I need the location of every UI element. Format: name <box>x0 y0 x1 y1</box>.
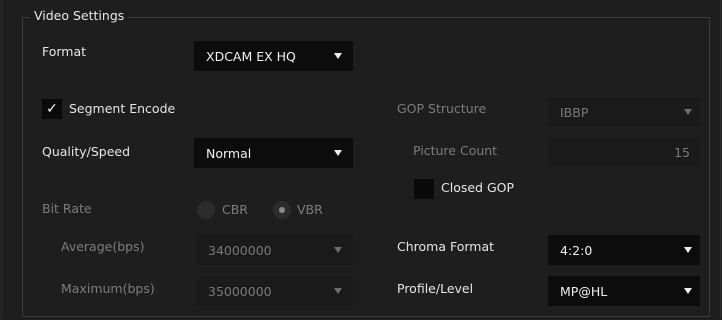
profile-level-dropdown[interactable]: MP@HL <box>548 276 700 306</box>
chroma-format-label: Chroma Format <box>397 239 495 254</box>
cbr-radio[interactable] <box>197 201 215 219</box>
maximum-bps-dropdown[interactable]: 35000000 <box>196 276 353 306</box>
average-bps-value: 34000000 <box>208 242 272 258</box>
chevron-down-icon <box>334 53 342 59</box>
profile-level-label: Profile/Level <box>397 281 474 296</box>
maximum-bps-value: 35000000 <box>208 283 272 299</box>
format-value: XDCAM EX HQ <box>206 48 296 64</box>
closed-gop-checkbox[interactable] <box>414 179 434 199</box>
average-bps-label: Average(bps) <box>61 239 145 254</box>
chevron-down-icon <box>684 109 692 115</box>
picture-count-value: 15 <box>674 144 690 160</box>
chevron-down-icon <box>334 150 342 156</box>
vbr-label[interactable]: VBR <box>297 201 323 219</box>
profile-level-value: MP@HL <box>560 283 608 299</box>
vbr-radio[interactable] <box>273 201 291 219</box>
segment-encode-checkbox[interactable]: ✓ <box>42 99 62 119</box>
quality-speed-value: Normal <box>206 145 252 161</box>
gop-structure-label: GOP Structure <box>397 101 487 116</box>
group-title: Video Settings <box>30 8 129 24</box>
bit-rate-label: Bit Rate <box>42 201 92 216</box>
gop-structure-dropdown[interactable]: IBBP <box>548 98 700 126</box>
picture-count-field[interactable]: 15 <box>548 139 700 165</box>
quality-speed-label: Quality/Speed <box>42 144 131 159</box>
closed-gop-label[interactable]: Closed GOP <box>441 179 514 197</box>
maximum-bps-label: Maximum(bps) <box>61 281 155 296</box>
chevron-down-icon <box>334 247 342 253</box>
chevron-down-icon <box>684 288 692 294</box>
chroma-format-value: 4:2:0 <box>560 242 593 258</box>
chevron-down-icon <box>684 247 692 253</box>
picture-count-label: Picture Count <box>413 143 498 158</box>
format-label: Format <box>42 44 87 59</box>
chroma-format-dropdown[interactable]: 4:2:0 <box>548 235 700 265</box>
gop-structure-value: IBBP <box>560 104 589 120</box>
radio-selected-dot <box>279 207 285 213</box>
average-bps-dropdown[interactable]: 34000000 <box>196 235 353 265</box>
segment-encode-label[interactable]: Segment Encode <box>69 100 175 118</box>
cbr-label[interactable]: CBR <box>222 201 248 219</box>
checkmark-icon: ✓ <box>46 101 58 117</box>
quality-speed-dropdown[interactable]: Normal <box>194 138 353 168</box>
format-dropdown[interactable]: XDCAM EX HQ <box>194 41 353 71</box>
chevron-down-icon <box>334 288 342 294</box>
video-settings-group <box>22 17 710 317</box>
